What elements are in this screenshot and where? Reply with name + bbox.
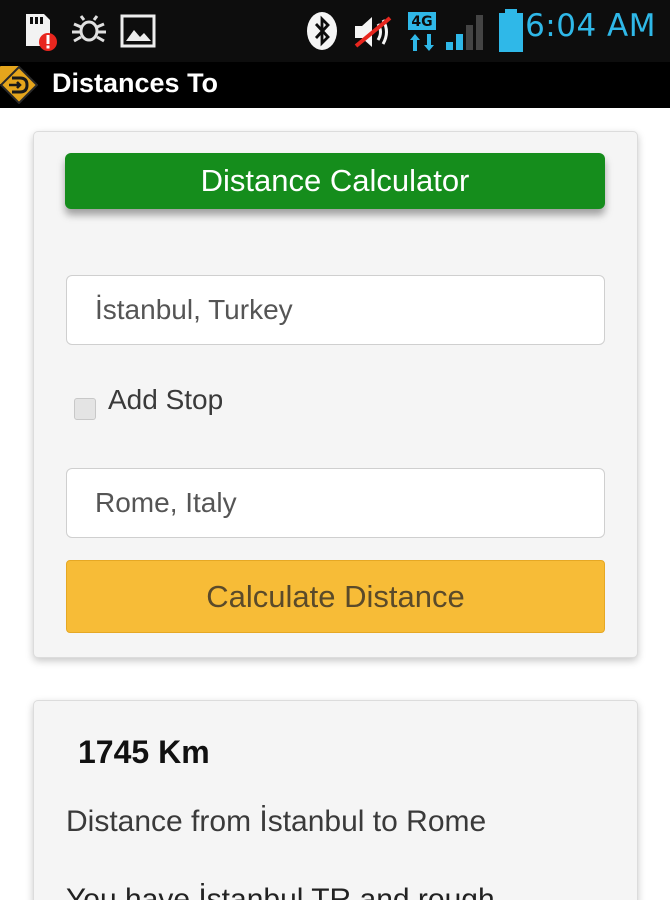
sd-card-alert-icon [26, 14, 57, 51]
result-description: Distance from İstanbul to Rome [66, 805, 487, 838]
result-distance: 1745 Km [78, 734, 210, 770]
usb-debug-icon [72, 15, 106, 43]
to-location-input[interactable] [66, 468, 605, 538]
calculator-header: Distance Calculator [65, 153, 605, 209]
add-stop-checkbox[interactable] [74, 398, 96, 420]
add-stop-label[interactable]: Add Stop [108, 384, 223, 416]
calculate-distance-button[interactable]: Calculate Distance [66, 560, 605, 633]
status-time: 6:04 AM [525, 8, 656, 44]
battery-icon [499, 9, 523, 52]
picture-icon [120, 14, 156, 48]
result-more-text: You have İstanbul TR and rough [66, 883, 495, 900]
network-4g-icon: 4G [408, 12, 436, 51]
status-bar: 4G 6:04 AM [0, 0, 670, 62]
app-title: Distances To [52, 68, 219, 98]
result-card [33, 700, 638, 900]
signal-icon [446, 15, 483, 50]
mute-icon [354, 16, 392, 48]
network-type-label: 4G [411, 14, 432, 30]
bluetooth-icon [307, 12, 337, 50]
app-logo-icon[interactable] [0, 66, 38, 104]
from-location-input[interactable] [66, 275, 605, 345]
